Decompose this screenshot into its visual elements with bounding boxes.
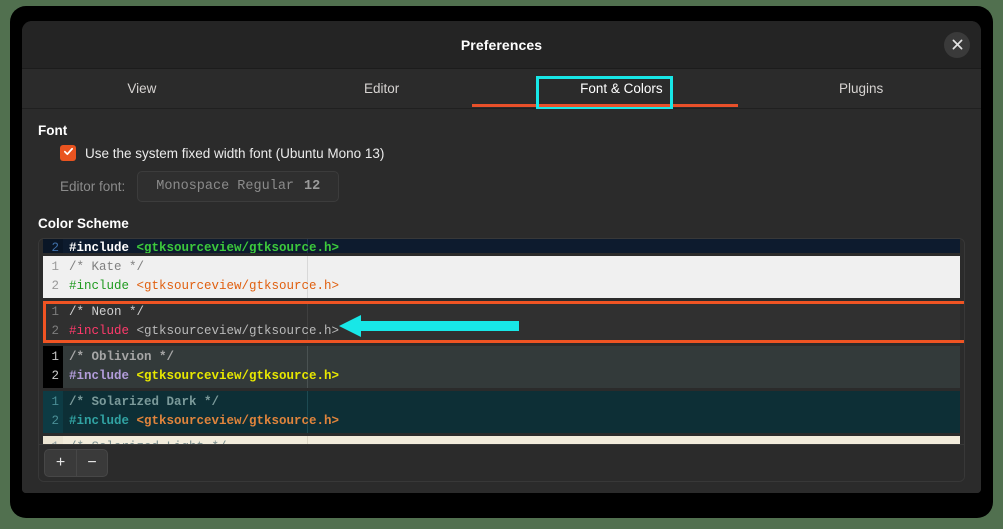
- scheme-row-gutter: 12: [43, 391, 63, 433]
- add-scheme-label: +: [56, 454, 65, 472]
- scheme-row-comment: /* Kate */: [69, 256, 960, 275]
- close-button[interactable]: [944, 32, 970, 58]
- scheme-row-include-keyword: #include: [69, 241, 129, 253]
- close-icon: [952, 39, 963, 50]
- tab-plugins-label: Plugins: [839, 81, 883, 96]
- window-title: Preferences: [461, 37, 542, 53]
- tab-font-and-colors[interactable]: Font & Colors: [502, 69, 742, 108]
- tab-bar: View Editor Font & Colors Plugins: [22, 69, 981, 109]
- scheme-row-code: /* Neon */#include <gtksourceview/gtksou…: [69, 301, 960, 339]
- tab-editor[interactable]: Editor: [262, 69, 502, 108]
- scheme-row-include-path: <gtksourceview/gtksource.h>: [129, 369, 339, 383]
- color-scheme-heading: Color Scheme: [38, 216, 965, 231]
- add-scheme-button[interactable]: +: [44, 449, 76, 477]
- scheme-row-include: #include <gtksourceview/gtksource.h>: [69, 275, 960, 294]
- scheme-row-comment: /* Oblivion */: [69, 346, 960, 365]
- preferences-window: Preferences View Editor Font & Colors Pl…: [22, 21, 981, 493]
- scheme-row-include-keyword: #include: [69, 324, 129, 338]
- scheme-row-gutter: 12: [43, 346, 63, 388]
- tab-view-label: View: [127, 81, 156, 96]
- scheme-row-gutter: 12: [43, 301, 63, 343]
- scheme-row[interactable]: 12/* Kate */#include <gtksourceview/gtks…: [43, 256, 960, 298]
- color-scheme-toolbar: + −: [39, 444, 964, 481]
- scheme-row-include-keyword: #include: [69, 369, 129, 383]
- scheme-row-code: /* Solarized Dark */#include <gtksourcev…: [69, 391, 960, 429]
- color-scheme-section: Color Scheme 12 #include <gtksourceview/g…: [38, 216, 965, 482]
- scheme-row-gutter: 12: [43, 256, 63, 298]
- editor-font-size: 12: [304, 179, 320, 194]
- use-system-font-label: Use the system fixed width font (Ubuntu …: [85, 146, 384, 161]
- scheme-row-include-keyword: #include: [69, 414, 129, 428]
- scheme-row-include: #include <gtksourceview/gtksource.h>: [69, 365, 960, 384]
- scheme-row-include-path: <gtksourceview/gtksource.h>: [129, 241, 339, 253]
- scheme-row-code: #include <gtksourceview/gtksource.h>: [69, 239, 960, 253]
- editor-font-caption: Editor font:: [60, 179, 125, 194]
- titlebar: Preferences: [22, 21, 981, 69]
- scheme-row-include: #include <gtksourceview/gtksource.h>: [69, 239, 960, 253]
- scheme-row-comment: /* Neon */: [69, 301, 960, 320]
- tab-view[interactable]: View: [22, 69, 262, 108]
- scheme-row-include: #include <gtksourceview/gtksource.h>: [69, 320, 960, 339]
- scheme-row-include-path: <gtksourceview/gtksource.h>: [129, 279, 339, 293]
- scheme-row-include-path: <gtksourceview/gtksource.h>: [129, 324, 339, 338]
- tab-editor-label: Editor: [364, 81, 399, 96]
- preferences-content: Font Use the system fixed width font (Ub…: [22, 109, 981, 493]
- editor-font-button[interactable]: Monospace Regular 12: [137, 171, 339, 202]
- editor-font-row: Editor font: Monospace Regular 12: [60, 171, 965, 202]
- use-system-font-row[interactable]: Use the system fixed width font (Ubuntu …: [60, 145, 384, 161]
- tab-plugins[interactable]: Plugins: [741, 69, 981, 108]
- remove-scheme-button[interactable]: −: [76, 449, 108, 477]
- scheme-row-include-path: <gtksourceview/gtksource.h>: [129, 414, 339, 428]
- checkmark-icon: [63, 144, 74, 162]
- font-section-heading: Font: [38, 123, 965, 138]
- scheme-row[interactable]: 12/* Solarized Dark */#include <gtksourc…: [43, 391, 960, 433]
- remove-scheme-label: −: [87, 454, 96, 472]
- scheme-row-code: /* Oblivion */#include <gtksourceview/gt…: [69, 346, 960, 384]
- scheme-row[interactable]: 12/* Neon */#include <gtksourceview/gtks…: [43, 301, 960, 343]
- scheme-row[interactable]: 12/* Oblivion */#include <gtksourceview/…: [43, 346, 960, 388]
- scheme-row-comment: /* Solarized Dark */: [69, 391, 960, 410]
- scheme-row-gutter: 12: [43, 239, 63, 253]
- color-scheme-list[interactable]: 12#include <gtksourceview/gtksource.h>12…: [39, 239, 964, 447]
- tab-font-and-colors-label: Font & Colors: [580, 81, 663, 96]
- editor-font-name: Monospace Regular: [156, 179, 294, 194]
- font-section: Font Use the system fixed width font (Ub…: [38, 123, 965, 202]
- scheme-row-code: /* Kate */#include <gtksourceview/gtksou…: [69, 256, 960, 294]
- scheme-row-include: #include <gtksourceview/gtksource.h>: [69, 410, 960, 429]
- scheme-row[interactable]: 12 #include <gtksourceview/gtksource.h>: [43, 239, 960, 253]
- scheme-row-include-keyword: #include: [69, 279, 129, 293]
- color-scheme-frame: 12#include <gtksourceview/gtksource.h>12…: [38, 238, 965, 482]
- use-system-font-checkbox[interactable]: [60, 145, 76, 161]
